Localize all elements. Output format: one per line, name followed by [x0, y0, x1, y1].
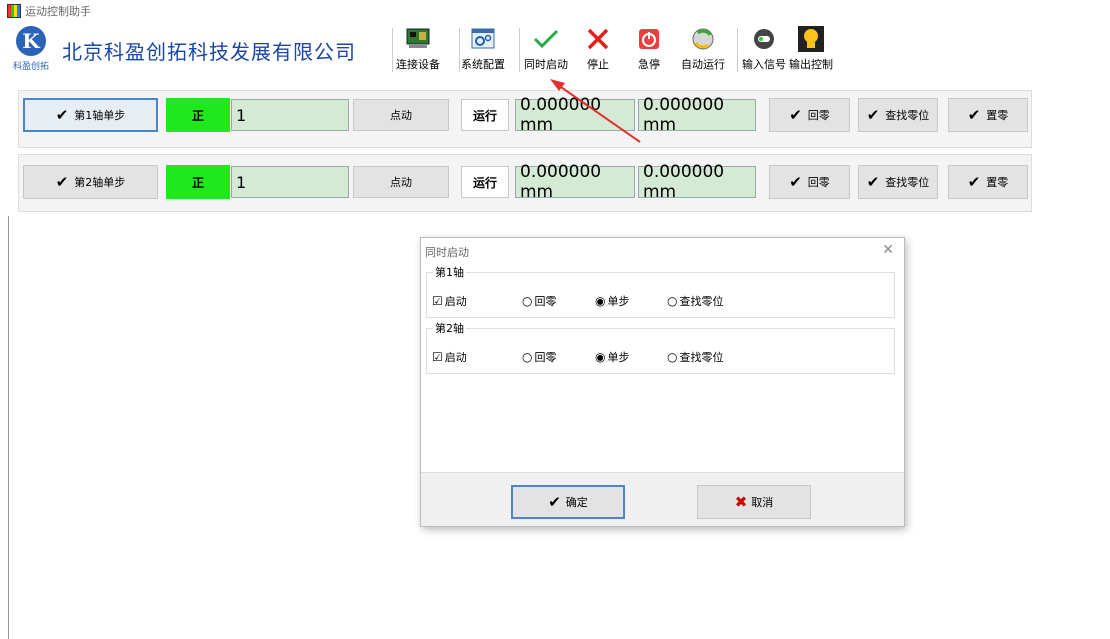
axis2-home-radio[interactable]: ○ 回零: [522, 349, 556, 365]
axis2-home-button[interactable]: ✔ 回零: [769, 165, 850, 199]
group-title: 第1轴: [433, 264, 466, 280]
check-icon: ✔: [967, 106, 981, 124]
check-icon: ✔: [55, 106, 69, 124]
toolbar-separator: [392, 28, 393, 72]
radio-empty-icon: ○: [522, 350, 533, 364]
axis2-find-zero-radio[interactable]: ○ 查找零位: [667, 349, 723, 365]
axis2-position-2: 0.000000 mm: [638, 162, 756, 202]
title-bar: 运动控制助手: [0, 0, 1110, 22]
axis2-enable-checkbox[interactable]: ☑ 启动: [432, 349, 467, 365]
radio-empty-icon: ○: [522, 294, 533, 308]
group-title: 第2轴: [433, 320, 466, 336]
auto-run-icon: [690, 26, 716, 52]
axis2-group: 第2轴 ☑ 启动 ○ 回零 ◉ 单步 ○ 查找零位: [426, 320, 895, 374]
toggle-icon: [751, 26, 777, 52]
system-config-button[interactable]: 系统配置: [460, 26, 506, 74]
logo-text: 科盈创拓: [12, 62, 49, 72]
check-icon: ✔: [866, 173, 880, 191]
cancel-button[interactable]: ✖ 取消: [697, 485, 811, 519]
lightbulb-icon: [798, 26, 824, 52]
axis-row-1: ✔ 第1轴单步 正 1 点动 运行 0.000000 mm 0.000000 m…: [18, 90, 1032, 148]
axis1-group: 第1轴 ☑ 启动 ○ 回零 ◉ 单步 ○ 查找零位: [426, 264, 895, 318]
axis2-direction-toggle[interactable]: 正: [166, 165, 230, 199]
ok-button[interactable]: ✔ 确定: [511, 485, 625, 519]
close-icon: [585, 26, 611, 52]
axis1-home-button[interactable]: ✔ 回零: [769, 98, 850, 132]
check-icon: ✔: [789, 106, 802, 124]
axis1-jog-button[interactable]: 点动: [353, 99, 449, 131]
radio-empty-icon: ○: [667, 294, 678, 308]
settings-window-icon: [470, 26, 496, 52]
close-icon[interactable]: ✕: [882, 242, 894, 258]
axis1-set-zero-button[interactable]: ✔ 置零: [948, 98, 1028, 132]
axis1-position-2: 0.000000 mm: [638, 95, 756, 135]
axis2-step-radio[interactable]: ◉ 单步: [595, 349, 629, 365]
logo-k-icon: K: [16, 26, 46, 56]
axis2-run-button[interactable]: 运行: [461, 166, 509, 198]
connect-device-button[interactable]: 连接设备: [395, 26, 441, 74]
check-icon: [533, 26, 559, 52]
radio-selected-icon: ◉: [595, 294, 606, 308]
check-icon: ✔: [967, 173, 981, 191]
check-icon: ✔: [55, 173, 69, 191]
axis1-step-button[interactable]: ✔ 第1轴单步: [23, 98, 158, 132]
axis1-enable-checkbox[interactable]: ☑ 启动: [432, 293, 467, 309]
output-control-button[interactable]: 输出控制: [787, 26, 835, 74]
axis1-home-radio[interactable]: ○ 回零: [522, 293, 556, 309]
checkbox-checked-icon: ☑: [432, 294, 443, 308]
app-icon: [7, 4, 21, 18]
axis1-find-zero-radio[interactable]: ○ 查找零位: [667, 293, 723, 309]
axis-row-2: ✔ 第2轴单步 正 1 点动 运行 0.000000 mm 0.000000 m…: [18, 154, 1032, 212]
axis1-run-button[interactable]: 运行: [461, 99, 509, 131]
checkbox-checked-icon: ☑: [432, 350, 443, 364]
stop-button[interactable]: 停止: [578, 26, 618, 74]
axis2-jog-button[interactable]: 点动: [353, 166, 449, 198]
check-icon: ✔: [866, 106, 880, 124]
axis2-position-1: 0.000000 mm: [515, 162, 635, 202]
axis1-position-1: 0.000000 mm: [515, 95, 635, 135]
simultaneous-start-button[interactable]: 同时启动: [520, 26, 572, 74]
toolbar: K 科盈创拓 北京科盈创拓科技发展有限公司 连接设备 系统配置 同时启动 停止 …: [7, 22, 1110, 76]
dialog-title: 同时启动: [425, 246, 469, 259]
simultaneous-start-dialog: 同时启动 ✕ 第1轴 ☑ 启动 ○ 回零 ◉ 单步 ○ 查找零位 第2轴 ☑ 启动 ○ 回零…: [420, 237, 905, 527]
company-logo: K 科盈创拓: [7, 26, 55, 76]
input-signal-button[interactable]: 输入信号: [740, 26, 788, 74]
radio-empty-icon: ○: [667, 350, 678, 364]
close-icon: ✖: [734, 493, 748, 511]
axis1-direction-toggle[interactable]: 正: [166, 98, 230, 132]
dialog-footer: ✔ 确定 ✖ 取消: [421, 472, 904, 526]
axis1-step-radio[interactable]: ◉ 单步: [595, 293, 629, 309]
check-icon: ✔: [789, 173, 802, 191]
window-title: 运动控制助手: [25, 5, 91, 18]
check-icon: ✔: [548, 493, 561, 511]
axis2-find-zero-button[interactable]: ✔ 查找零位: [858, 165, 938, 199]
auto-run-button[interactable]: 自动运行: [678, 26, 728, 74]
axis1-step-input[interactable]: 1: [231, 99, 349, 131]
company-name: 北京科盈创拓科技发展有限公司: [62, 40, 356, 64]
axis2-step-input[interactable]: 1: [231, 166, 349, 198]
circuit-board-icon: [405, 26, 431, 52]
radio-selected-icon: ◉: [595, 350, 606, 364]
axis1-find-zero-button[interactable]: ✔ 查找零位: [858, 98, 938, 132]
power-icon: [636, 26, 662, 52]
toolbar-separator: [737, 28, 738, 72]
emergency-stop-button[interactable]: 急停: [629, 26, 669, 74]
axis2-step-button[interactable]: ✔ 第2轴单步: [23, 165, 158, 199]
axis2-set-zero-button[interactable]: ✔ 置零: [948, 165, 1028, 199]
